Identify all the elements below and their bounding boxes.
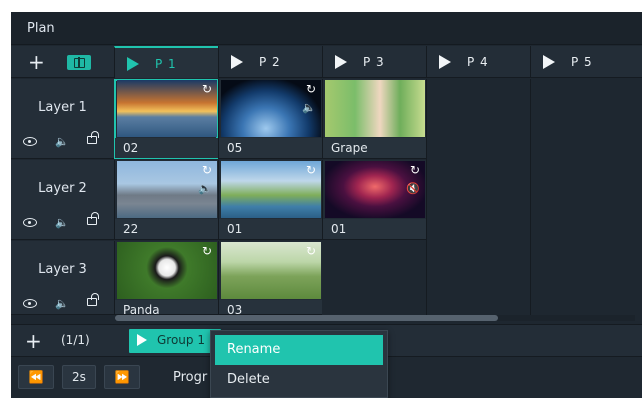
- loop-icon: ↻: [201, 82, 212, 96]
- layer-label: Layer 3: [38, 262, 87, 277]
- horizontal-scrollbar[interactable]: [115, 315, 635, 321]
- media-caption: Grape: [323, 138, 426, 158]
- program-label: Progr: [173, 370, 208, 385]
- layer-row-3[interactable]: Layer 3 🔈: [11, 241, 114, 315]
- column-header-p2[interactable]: P 2: [218, 46, 322, 78]
- media-caption: 01: [323, 219, 426, 239]
- media-caption: 01: [219, 219, 322, 239]
- play-icon[interactable]: [439, 55, 451, 69]
- loop-icon: ↻: [409, 163, 420, 177]
- loop-icon: ↻: [305, 244, 316, 258]
- program-header-row: + P 1 P 2 P 3 P 4 P 5: [11, 46, 642, 78]
- speaker-icon[interactable]: 🔈: [55, 297, 69, 310]
- media-cell-l1-p3[interactable]: Grape: [322, 79, 426, 159]
- layer-row-1[interactable]: Layer 1 🔈: [11, 79, 114, 159]
- empty-column-p5: [530, 79, 634, 315]
- previous-button[interactable]: ⏪: [18, 365, 54, 389]
- muted-volume-icon: 🔇: [406, 182, 420, 195]
- media-caption: 22: [115, 219, 218, 239]
- media-caption: 05: [219, 138, 322, 158]
- media-cell-l1-p1[interactable]: ↻ 02: [114, 79, 218, 159]
- speaker-icon[interactable]: 🔈: [55, 135, 69, 148]
- column-label: P 4: [467, 55, 489, 69]
- media-cell-l2-p2[interactable]: ↻ 01: [218, 160, 322, 240]
- eye-icon[interactable]: [23, 218, 37, 227]
- interval-field[interactable]: 2s: [62, 365, 96, 389]
- layer-label: Layer 1: [38, 100, 87, 115]
- media-caption: 02: [115, 138, 218, 158]
- group-tab-1[interactable]: Group 1: [129, 329, 221, 353]
- group-page-count: (1/1): [61, 333, 90, 347]
- add-group-button[interactable]: +: [25, 331, 42, 351]
- play-icon[interactable]: [543, 55, 555, 69]
- eye-icon[interactable]: [23, 137, 37, 146]
- column-header-p4[interactable]: P 4: [426, 46, 530, 78]
- media-thumbnail: [325, 80, 425, 137]
- media-caption: 03: [219, 300, 322, 317]
- panel-title: Plan: [27, 21, 55, 36]
- column-label: P 5: [571, 55, 593, 69]
- scrollbar-thumb[interactable]: [115, 315, 498, 321]
- loop-icon: ↻: [305, 163, 316, 177]
- group-tab-label: Group 1: [157, 333, 205, 347]
- speaker-icon[interactable]: 🔈: [55, 216, 69, 229]
- column-header-p5[interactable]: P 5: [530, 46, 634, 78]
- media-cell-l1-p2[interactable]: ↻ 🔈 05: [218, 79, 322, 159]
- layer-label: Layer 2: [38, 181, 87, 196]
- panel-titlebar: Plan: [11, 12, 642, 45]
- context-menu: Rename Delete: [210, 330, 388, 398]
- play-icon[interactable]: [335, 55, 347, 69]
- play-icon[interactable]: [231, 55, 243, 69]
- next-button[interactable]: ⏩: [104, 365, 140, 389]
- loop-icon: ↻: [201, 163, 212, 177]
- media-caption: Panda: [115, 300, 218, 317]
- media-cell-l2-p1[interactable]: ↻ 🔈 22: [114, 160, 218, 240]
- media-cell-l3-p2[interactable]: ↻ 03: [218, 241, 322, 317]
- delete-menu-item[interactable]: Delete: [215, 365, 383, 395]
- media-cell-l3-p1[interactable]: ↻ Panda: [114, 241, 218, 317]
- lock-icon[interactable]: [87, 212, 99, 225]
- volume-icon: 🔈: [198, 182, 212, 195]
- column-header-p3[interactable]: P 3: [322, 46, 426, 78]
- media-cell-l2-p3[interactable]: ↻ 🔇 01: [322, 160, 426, 240]
- lock-icon[interactable]: [87, 293, 99, 306]
- rename-menu-item[interactable]: Rename: [215, 335, 383, 365]
- volume-icon: 🔈: [302, 101, 316, 114]
- play-icon[interactable]: [127, 57, 139, 71]
- play-icon: [137, 334, 147, 346]
- column-label: P 1: [155, 57, 177, 71]
- empty-column-p4: [426, 79, 530, 315]
- add-layer-button[interactable]: +: [28, 52, 45, 72]
- loop-icon: ↻: [201, 244, 212, 258]
- lock-icon[interactable]: [87, 131, 99, 144]
- loop-icon: ↻: [305, 82, 316, 96]
- group-toggle-icon[interactable]: [67, 55, 91, 70]
- column-header-p1[interactable]: P 1: [114, 46, 218, 78]
- header-tools: +: [11, 46, 114, 78]
- eye-icon[interactable]: [23, 299, 37, 308]
- layer-row-2[interactable]: Layer 2 🔈: [11, 160, 114, 240]
- column-label: P 3: [363, 55, 385, 69]
- column-label: P 2: [259, 55, 281, 69]
